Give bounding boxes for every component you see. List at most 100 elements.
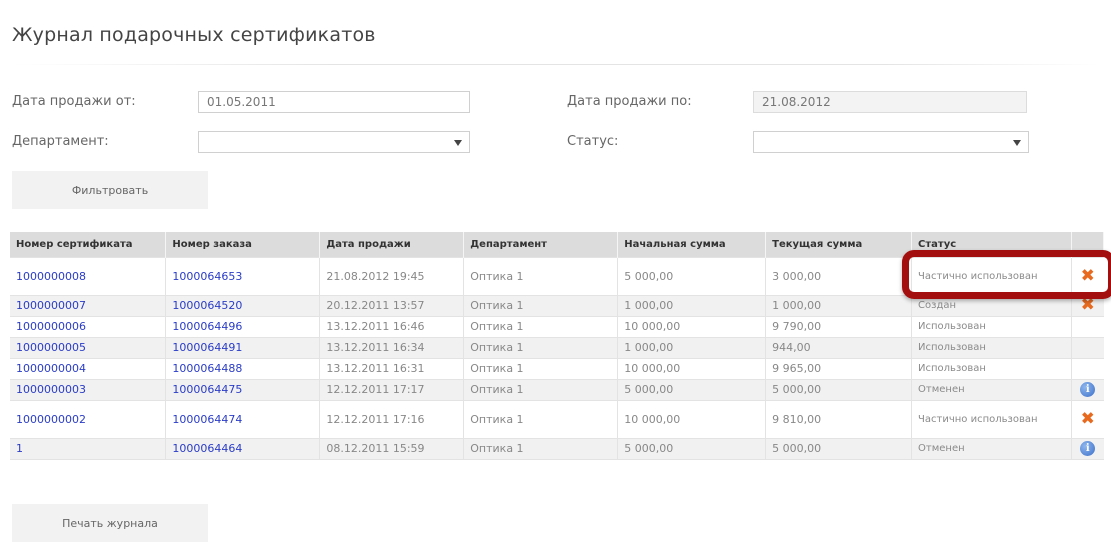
- department-cell: Оптика 1: [463, 357, 619, 379]
- title-divider: [10, 64, 1100, 65]
- action-cell: [1071, 336, 1104, 358]
- initial-amount-cell: 5 000,00: [617, 378, 767, 400]
- status-cell: Создан: [911, 294, 1072, 316]
- status-cell: Частично использован: [911, 399, 1072, 438]
- order-link[interactable]: 1000064496: [165, 315, 321, 337]
- column-header-sale-date[interactable]: Дата продажи: [319, 232, 465, 257]
- column-header-status[interactable]: Статус: [911, 232, 1072, 257]
- action-cell: ✖: [1071, 399, 1104, 438]
- info-icon[interactable]: i: [1080, 441, 1096, 456]
- status-label: Статус:: [567, 134, 619, 149]
- certificate-link[interactable]: 1000000008: [10, 256, 167, 295]
- table-row: 1000000008 1000064653 21.08.2012 19:45 О…: [10, 256, 1104, 295]
- current-amount-cell: 9 810,00: [765, 399, 913, 438]
- sale-date-cell: 12.12.2011 17:17: [319, 378, 465, 400]
- certificate-link[interactable]: 1: [10, 437, 167, 459]
- certificate-link[interactable]: 1000000007: [10, 294, 167, 316]
- order-link[interactable]: 1000064474: [165, 399, 321, 438]
- certificate-link[interactable]: 1000000003: [10, 378, 167, 400]
- order-link[interactable]: 1000064488: [165, 357, 321, 379]
- department-cell: Оптика 1: [463, 256, 619, 295]
- table-row: 1000000007 1000064520 20.12.2011 13:57 О…: [10, 294, 1104, 316]
- date-to-input[interactable]: [753, 91, 1027, 113]
- column-header-certificate[interactable]: Номер сертификата: [10, 232, 167, 257]
- current-amount-cell: 5 000,00: [765, 378, 913, 400]
- certificate-link[interactable]: 1000000006: [10, 315, 167, 337]
- current-amount-cell: 3 000,00: [765, 256, 913, 295]
- action-cell: ✖: [1071, 256, 1104, 295]
- initial-amount-cell: 5 000,00: [617, 437, 767, 459]
- table-row: 1 1000064464 08.12.2011 15:59 Оптика 1 5…: [10, 437, 1104, 459]
- filter-button[interactable]: Фильтровать: [12, 171, 208, 209]
- status-cell: Использован: [911, 315, 1072, 337]
- sale-date-cell: 21.08.2012 19:45: [319, 256, 465, 295]
- certificate-link[interactable]: 1000000004: [10, 357, 167, 379]
- order-link[interactable]: 1000064520: [165, 294, 321, 316]
- dropdown-arrow-icon: [1013, 140, 1021, 146]
- order-link[interactable]: 1000064491: [165, 336, 321, 358]
- initial-amount-cell: 1 000,00: [617, 336, 767, 358]
- department-cell: Оптика 1: [463, 399, 619, 438]
- sale-date-cell: 13.12.2011 16:31: [319, 357, 465, 379]
- column-header-department[interactable]: Департамент: [463, 232, 619, 257]
- cancel-icon[interactable]: ✖: [1081, 410, 1095, 428]
- table-header-row: Номер сертификата Номер заказа Дата прод…: [10, 232, 1105, 257]
- dropdown-arrow-icon: [454, 140, 462, 146]
- date-to-label: Дата продажи по:: [567, 94, 692, 109]
- department-cell: Оптика 1: [463, 378, 619, 400]
- action-cell: i: [1071, 378, 1104, 400]
- sale-date-cell: 13.12.2011 16:46: [319, 315, 465, 337]
- column-header-order[interactable]: Номер заказа: [165, 232, 321, 257]
- department-select[interactable]: [198, 131, 470, 153]
- order-link[interactable]: 1000064464: [165, 437, 321, 459]
- status-select[interactable]: [753, 131, 1029, 153]
- status-cell: Использован: [911, 357, 1072, 379]
- certificate-link[interactable]: 1000000005: [10, 336, 167, 358]
- column-header-actions: [1071, 232, 1105, 257]
- date-from-label: Дата продажи от:: [12, 94, 136, 109]
- status-cell: Отменен: [911, 437, 1072, 459]
- table-row: 1000000005 1000064491 13.12.2011 16:34 О…: [10, 336, 1104, 358]
- info-icon[interactable]: i: [1080, 382, 1096, 397]
- status-cell: Отменен: [911, 378, 1072, 400]
- order-link[interactable]: 1000064475: [165, 378, 321, 400]
- order-link[interactable]: 1000064653: [165, 256, 321, 295]
- department-cell: Оптика 1: [463, 294, 619, 316]
- certificates-table: Номер сертификата Номер заказа Дата прод…: [10, 232, 1105, 460]
- print-journal-button[interactable]: Печать журнала: [12, 504, 208, 542]
- certificate-link[interactable]: 1000000002: [10, 399, 167, 438]
- department-cell: Оптика 1: [463, 437, 619, 459]
- sale-date-cell: 20.12.2011 13:57: [319, 294, 465, 316]
- initial-amount-cell: 10 000,00: [617, 399, 767, 438]
- sale-date-cell: 08.12.2011 15:59: [319, 437, 465, 459]
- column-header-current-amount[interactable]: Текущая сумма: [765, 232, 913, 257]
- action-cell: ✖: [1071, 294, 1104, 316]
- current-amount-cell: 944,00: [765, 336, 913, 358]
- department-cell: Оптика 1: [463, 336, 619, 358]
- initial-amount-cell: 10 000,00: [617, 357, 767, 379]
- cancel-icon[interactable]: ✖: [1081, 267, 1095, 285]
- column-header-initial-amount[interactable]: Начальная сумма: [617, 232, 767, 257]
- action-cell: i: [1071, 437, 1104, 459]
- department-cell: Оптика 1: [463, 315, 619, 337]
- initial-amount-cell: 1 000,00: [617, 294, 767, 316]
- current-amount-cell: 5 000,00: [765, 437, 913, 459]
- initial-amount-cell: 5 000,00: [617, 256, 767, 295]
- date-from-input[interactable]: [198, 91, 470, 113]
- table-row: 1000000006 1000064496 13.12.2011 16:46 О…: [10, 315, 1104, 337]
- department-label: Департамент:: [12, 134, 109, 149]
- status-cell: Частично использован: [911, 256, 1072, 295]
- sale-date-cell: 13.12.2011 16:34: [319, 336, 465, 358]
- sale-date-cell: 12.12.2011 17:16: [319, 399, 465, 438]
- action-cell: [1071, 315, 1104, 337]
- current-amount-cell: 9 965,00: [765, 357, 913, 379]
- status-cell: Использован: [911, 336, 1072, 358]
- table-row: 1000000003 1000064475 12.12.2011 17:17 О…: [10, 378, 1104, 400]
- page-title: Журнал подарочных сертификатов: [12, 24, 376, 46]
- cancel-icon[interactable]: ✖: [1081, 297, 1095, 314]
- current-amount-cell: 1 000,00: [765, 294, 913, 316]
- table-row: 1000000004 1000064488 13.12.2011 16:31 О…: [10, 357, 1104, 379]
- current-amount-cell: 9 790,00: [765, 315, 913, 337]
- initial-amount-cell: 10 000,00: [617, 315, 767, 337]
- action-cell: [1071, 357, 1104, 379]
